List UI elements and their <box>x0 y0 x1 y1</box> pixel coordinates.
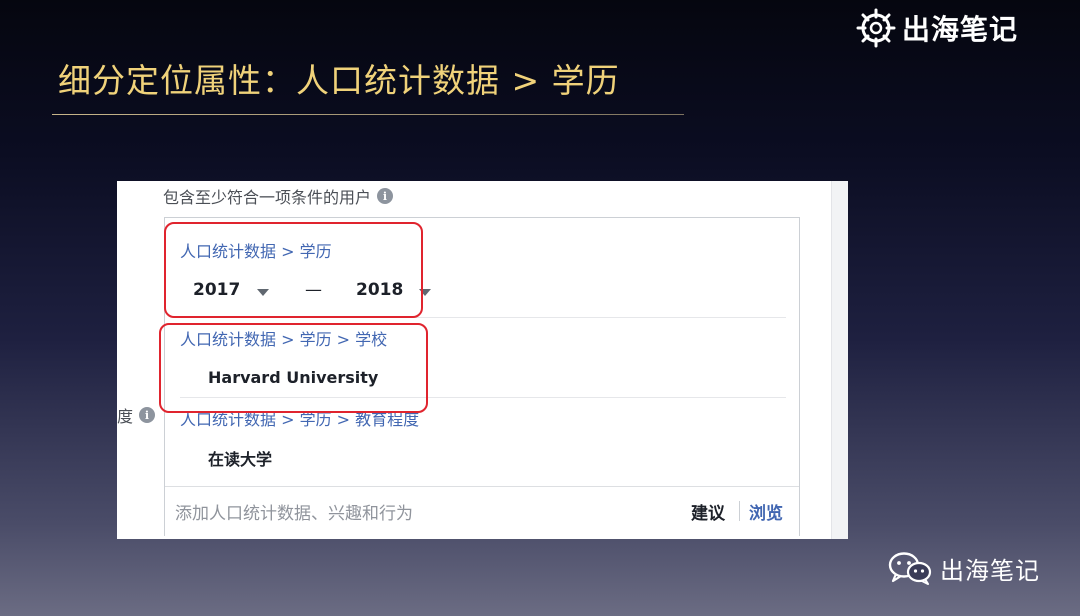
side-field-label: 度 i <box>117 403 156 427</box>
highlight-annotation-year <box>164 222 423 318</box>
targeting-panel-screenshot: 包含至少符合一项条件的用户 i 度 i 人口统计数据 > 学历 2017 — 2… <box>117 181 848 539</box>
browse-button[interactable]: 浏览 <box>749 499 783 524</box>
info-icon[interactable]: i <box>377 188 394 204</box>
brand-name-top: 出海笔记 <box>902 13 1019 46</box>
panel-scrollbar[interactable] <box>831 181 848 539</box>
add-criteria-input[interactable]: 添加人口统计数据、兴趣和行为 <box>175 499 413 524</box>
brand-logo-top: 出海笔记 <box>856 6 1018 50</box>
include-criteria-label: 包含至少符合一项条件的用户 i <box>163 184 394 208</box>
education-level-value[interactable]: 在读大学 <box>208 446 272 470</box>
include-label-text: 包含至少符合一项条件的用户 <box>163 188 372 207</box>
suggestions-button[interactable]: 建议 <box>691 499 725 524</box>
brand-logo-bottom: 出海笔记 <box>888 550 1040 586</box>
info-icon[interactable]: i <box>139 407 156 423</box>
slide-title: 细分定位属性：人口统计数据 > 学历 <box>58 61 620 100</box>
highlight-annotation-school <box>159 323 428 413</box>
add-criteria-row: 添加人口统计数据、兴趣和行为 建议 浏览 <box>165 486 799 537</box>
wechat-icon <box>888 552 932 585</box>
side-label-text: 度 <box>117 407 134 426</box>
link-separator <box>739 501 740 521</box>
brand-name-bottom: 出海笔记 <box>940 556 1040 585</box>
title-divider <box>52 114 684 115</box>
ship-wheel-logo-icon <box>856 8 896 48</box>
